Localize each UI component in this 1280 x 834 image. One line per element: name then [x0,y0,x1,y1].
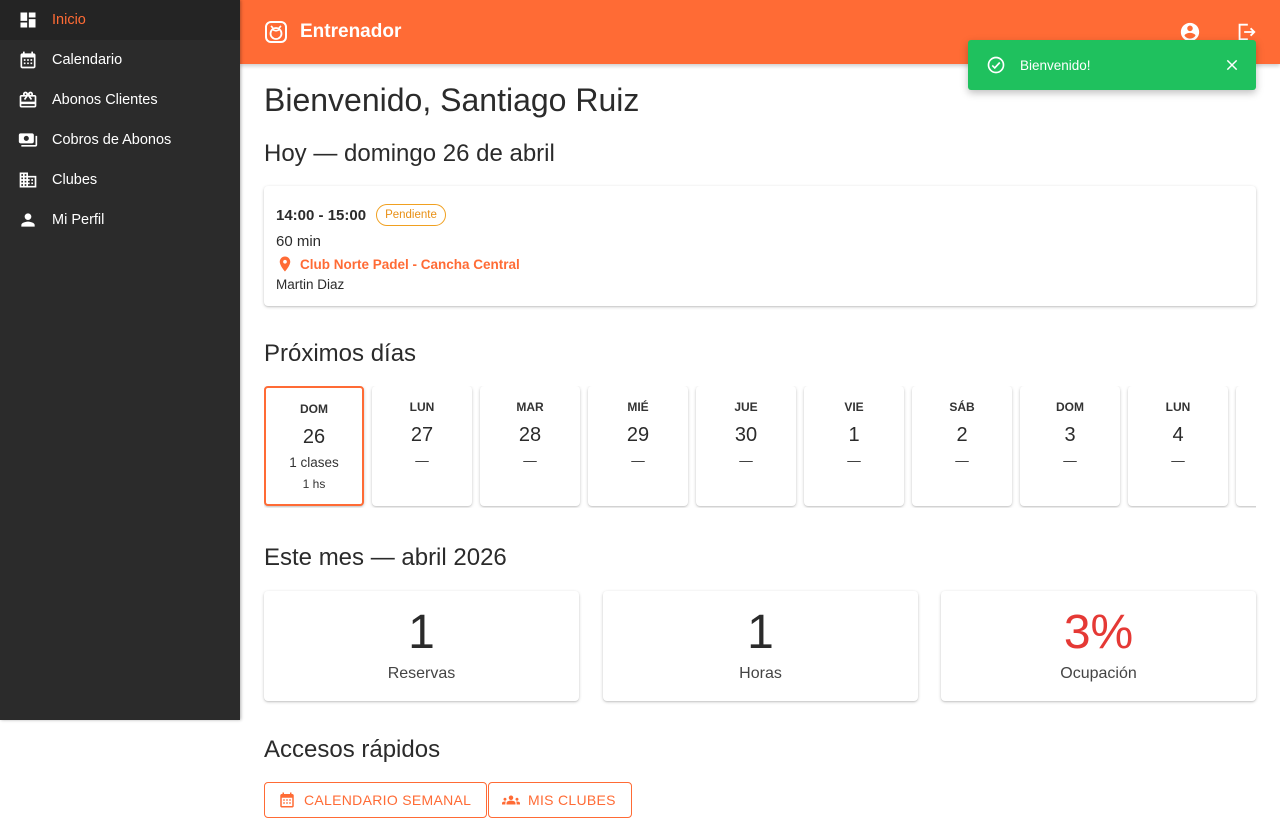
day-classes: 1 clases [289,455,339,470]
day-classes: — [415,453,429,468]
day-name: JUE [734,400,758,414]
day-card[interactable]: MIÉ 29 — [588,386,688,506]
sidebar-item-label: Inicio [52,12,86,28]
day-date: 4 [1172,424,1184,446]
stat-card-horas: 1 Horas [603,591,918,701]
day-card[interactable]: JUE 30 — [696,386,796,506]
calendar-icon [18,50,38,70]
sidebar-item-label: Abonos Clientes [52,92,158,108]
payments-icon [18,130,38,150]
groups-icon [502,795,520,805]
class-duration: 60 min [276,233,322,250]
day-classes: — [1063,453,1077,468]
day-card[interactable] [1236,386,1256,506]
card-giftcard-icon [18,90,38,110]
app-title: Entrenador [300,21,402,42]
day-name: DOM [300,402,328,416]
day-date: 28 [518,424,542,446]
day-classes: — [631,453,645,468]
day-date: 1 [848,424,860,446]
sidebar-item-cobros-de-abonos[interactable]: Cobros de Abonos [0,120,240,160]
location-pin-icon [279,256,291,272]
stat-card-reservas: 1 Reservas [264,591,579,701]
location-text: Club Norte Padel - Cancha Central [300,256,520,272]
day-hours: 1 hs [302,477,326,491]
button-label: CALENDARIO SEMANAL [304,792,472,808]
person-icon [18,210,38,230]
sidebar-item-inicio[interactable]: Inicio [0,0,240,40]
button-label: MIS CLUBES [528,792,616,808]
upcoming-days: DOM 26 1 clases 1 hs LUN 27 — MAR 28 — M… [264,386,1256,508]
day-date: 29 [626,424,650,446]
class-time: 14:00 - 15:00 [276,206,367,224]
sidebar-item-label: Calendario [52,52,123,68]
day-card[interactable]: SÁB 2 — [912,386,1012,506]
day-classes: — [1171,453,1185,468]
today-title: Hoy — domingo 26 de abril [264,140,555,167]
day-name: VIE [844,400,864,414]
check-circle-icon [986,55,1006,75]
day-card[interactable]: DOM 26 1 clases 1 hs [264,386,364,506]
stat-value: 3% [1063,606,1134,659]
stat-value: 1 [408,606,435,659]
day-name: MAR [516,400,544,414]
day-card[interactable]: VIE 1 — [804,386,904,506]
day-classes: — [739,453,753,468]
day-name: LUN [1165,400,1191,414]
stat-label: Reservas [387,665,456,682]
sidebar: Inicio Calendario Abonos Clientes Cobros… [0,0,240,720]
day-card[interactable]: MAR 28 — [480,386,580,506]
today-class-card[interactable]: 14:00 - 15:00 Pendiente 60 min Club Nort… [264,186,1256,306]
day-card[interactable]: LUN 4 — [1128,386,1228,506]
sports-logo-icon [264,20,288,44]
day-name: SÁB [949,400,975,414]
close-icon [1226,59,1238,71]
toast-close-button[interactable] [1222,55,1242,75]
my-clubs-button[interactable]: MIS CLUBES [488,782,632,818]
day-name: MIÉ [627,400,649,414]
day-date: 26 [302,426,326,448]
class-header: 14:00 - 15:00 Pendiente [276,204,446,226]
stat-card-ocupacion: 3% Ocupación [941,591,1256,701]
weekly-calendar-button[interactable]: CALENDARIO SEMANAL [264,782,488,818]
day-name: DOM [1056,400,1084,414]
day-date: 27 [410,424,434,446]
sidebar-item-calendario[interactable]: Calendario [0,40,240,80]
sidebar-item-label: Cobros de Abonos [52,132,172,148]
sidebar-item-mi-perfil[interactable]: Mi Perfil [0,200,240,240]
sidebar-item-label: Clubes [52,172,98,188]
dashboard-icon [18,10,38,30]
stat-label: Horas [739,665,782,682]
day-card[interactable]: LUN 27 — [372,386,472,506]
calendar-icon [280,792,294,808]
day-classes: — [847,453,861,468]
day-date: 2 [956,424,968,446]
welcome-toast: Bienvenido! [968,40,1256,90]
page-title: Bienvenido, Santiago Ruiz [264,82,640,118]
day-date: 30 [734,424,758,446]
day-name: LUN [409,400,435,414]
upcoming-title: Próximos días [264,340,417,367]
toast-message: Bienvenido! [1020,57,1091,73]
status-badge: Pendiente [376,204,446,226]
quick-access-title: Accesos rápidos [264,736,441,763]
class-location: Club Norte Padel - Cancha Central [276,255,520,273]
sidebar-item-label: Mi Perfil [52,212,105,228]
sidebar-item-abonos-clientes[interactable]: Abonos Clientes [0,80,240,120]
month-title: Este mes — abril 2026 [264,544,507,571]
day-classes: — [955,453,969,468]
day-classes: — [523,453,537,468]
day-card[interactable]: DOM 3 — [1020,386,1120,506]
day-date: 3 [1064,424,1076,446]
building-icon [18,170,38,190]
student-name: Martin Diaz [276,277,345,292]
stat-value: 1 [747,606,774,659]
sidebar-item-clubes[interactable]: Clubes [0,160,240,200]
stat-label: Ocupación [1060,665,1137,682]
